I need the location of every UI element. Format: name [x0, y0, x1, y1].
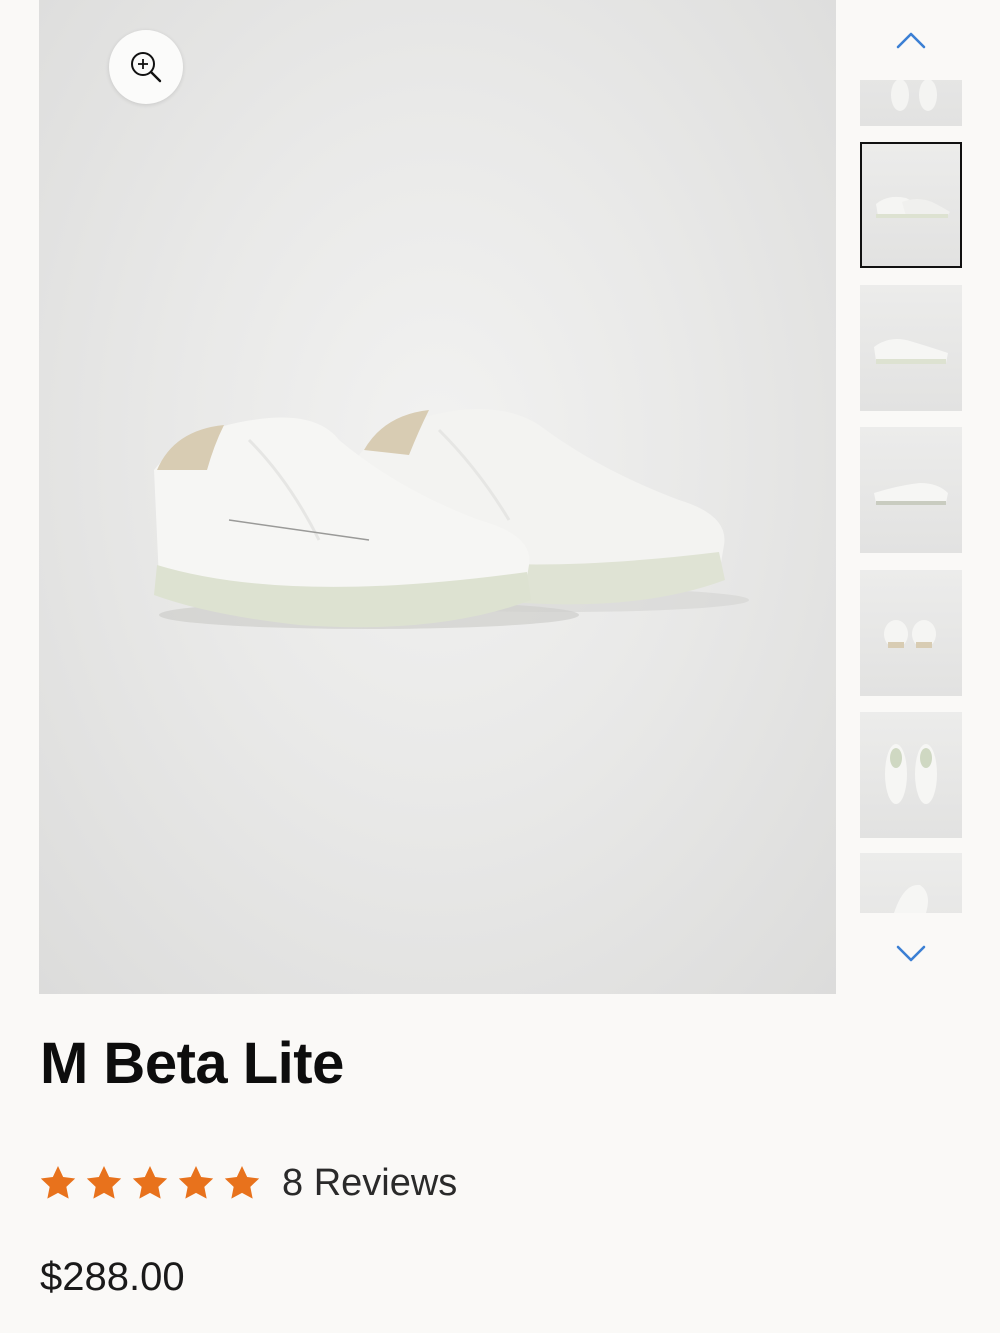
star-icon	[132, 1166, 168, 1199]
thumbnail-6[interactable]	[860, 853, 962, 913]
main-product-image[interactable]	[39, 0, 836, 994]
star-icon	[40, 1166, 76, 1199]
thumbnail-2[interactable]	[860, 285, 962, 411]
thumbnail-4[interactable]	[860, 570, 962, 696]
thumbnail-1[interactable]	[860, 142, 962, 268]
thumbnail-scroll-down-button[interactable]	[860, 934, 962, 974]
sneakers-illustration	[154, 409, 749, 629]
reviews-link[interactable]: 8 Reviews	[282, 1162, 457, 1205]
thumbnail-5[interactable]	[860, 712, 962, 838]
chevron-up-icon	[896, 32, 926, 49]
star-rating	[38, 1163, 262, 1203]
thumbnail-scroll-up-button[interactable]	[860, 20, 962, 60]
star-icon	[86, 1166, 122, 1199]
zoom-button[interactable]	[109, 30, 183, 104]
thumbnail-list	[860, 80, 962, 913]
thumbnail-0[interactable]	[860, 80, 962, 126]
product-title: M Beta Lite	[40, 1031, 344, 1096]
star-icon	[178, 1166, 214, 1199]
thumbnail-rail	[860, 0, 962, 994]
product-rating: 8 Reviews	[38, 1158, 457, 1208]
thumbnail-3[interactable]	[860, 427, 962, 553]
chevron-down-icon	[896, 945, 926, 962]
product-price: $288.00	[40, 1255, 185, 1299]
zoom-in-icon	[131, 52, 162, 83]
star-icon	[224, 1166, 260, 1199]
